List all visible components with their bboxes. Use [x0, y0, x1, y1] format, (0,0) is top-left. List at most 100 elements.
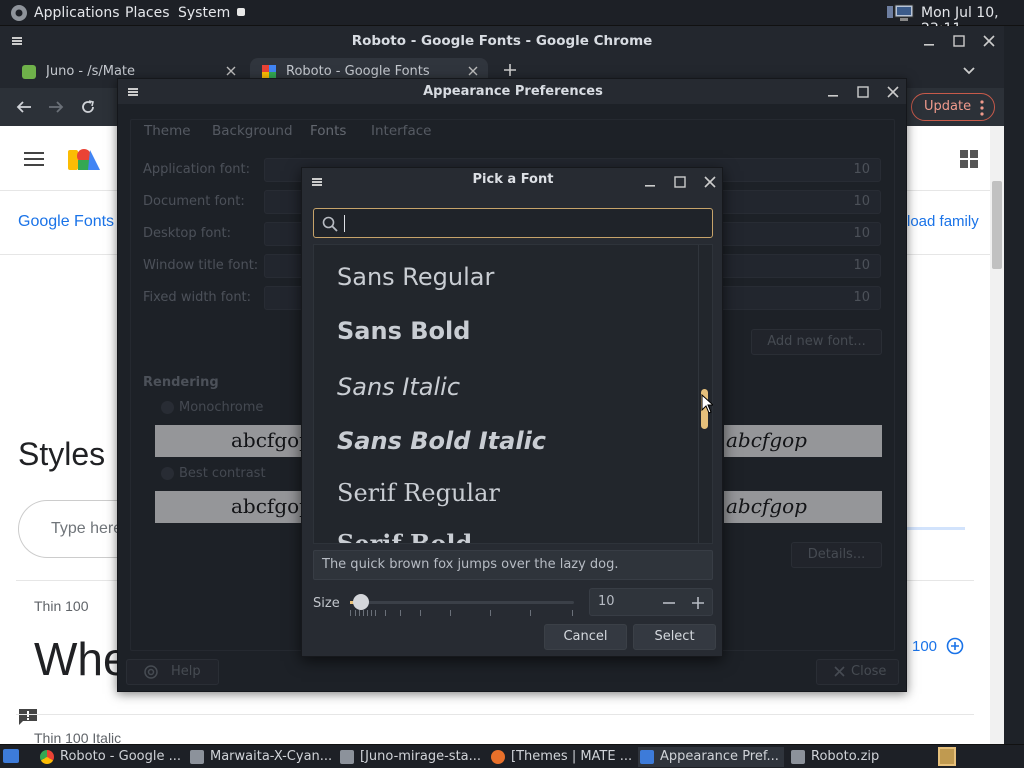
font-item-serif-bold[interactable]: Serif Bold [337, 529, 472, 543]
font-item-serif-regular[interactable]: Serif Regular [337, 479, 500, 507]
sample-text-preview: Whe [34, 633, 129, 685]
type-here-placeholder: Type here [51, 520, 123, 537]
sample-text-entry[interactable]: The quick brown fox jumps over the lazy … [313, 550, 713, 580]
forward-icon[interactable] [48, 99, 64, 115]
close-icon[interactable] [703, 175, 717, 189]
terminal-launcher-icon[interactable] [237, 8, 245, 16]
top-panel: Applications Places System Mon Jul 10, 2… [0, 0, 1024, 37]
slider-tick [385, 610, 386, 616]
font-search-input[interactable] [313, 208, 713, 238]
mate-logo-icon[interactable] [10, 4, 28, 22]
maximize-icon[interactable] [856, 85, 870, 99]
taskbar-item-chrome[interactable]: Roboto - Google ... [38, 747, 184, 767]
mouse-pointer-icon [701, 394, 713, 414]
tab-label: Juno - /s/Mate [46, 64, 136, 79]
minimize-icon[interactable] [922, 34, 936, 48]
size-value: 10 [598, 594, 615, 609]
menu-applications[interactable]: Applications [34, 5, 120, 21]
slider-tick [375, 610, 376, 616]
scrollbar-thumb[interactable] [992, 181, 1002, 269]
taskbar-item-marwaita[interactable]: Marwaita-X-Cyan... [188, 747, 334, 767]
list-scroll-divider [698, 245, 699, 543]
slider-tick [490, 610, 491, 616]
maximize-icon[interactable] [673, 175, 687, 189]
page-scrollbar[interactable] [990, 126, 1004, 744]
font-item-sans-regular[interactable]: Sans Regular [337, 263, 494, 291]
tab-search-chevron-down-icon[interactable] [962, 66, 976, 76]
taskbar-item-appearance[interactable]: Appearance Pref... [638, 747, 784, 767]
size-slider-ticks [350, 610, 574, 618]
chrome-icon [40, 750, 54, 764]
network-icon[interactable] [886, 4, 916, 22]
size-label: Size [313, 596, 340, 611]
slider-tick [359, 610, 360, 616]
slider-track[interactable] [907, 527, 965, 530]
thin-100-label: Thin 100 [34, 598, 89, 614]
workspace-switcher-icon[interactable] [938, 747, 956, 766]
slider-tick [355, 610, 356, 616]
update-button[interactable]: Update [911, 93, 995, 121]
hamburger-menu-icon[interactable] [24, 152, 44, 166]
file-manager-icon [340, 750, 354, 764]
select-weight-label[interactable]: 100 [912, 638, 937, 655]
new-tab-icon[interactable] [503, 63, 517, 77]
font-list[interactable]: Sans Regular Sans Bold Sans Italic Sans … [313, 244, 713, 544]
styles-heading: Styles [18, 436, 106, 472]
menu-system[interactable]: System [178, 5, 230, 21]
size-slider[interactable] [350, 601, 574, 604]
close-icon[interactable] [982, 34, 996, 48]
taskbar-label: [Juno-mirage-sta... [360, 749, 482, 764]
size-slider-handle[interactable] [353, 594, 369, 610]
size-spinbutton[interactable]: 10 [589, 588, 713, 616]
taskbar-label: Roboto.zip [811, 749, 880, 764]
taskbar: Roboto - Google ... Marwaita-X-Cyan... [… [0, 744, 1024, 768]
slider-tick [420, 610, 421, 616]
taskbar-item-firefox[interactable]: [Themes | MATE ... [489, 747, 635, 767]
tab-favicon-icon [22, 65, 36, 79]
slider-tick [572, 610, 573, 616]
text-cursor [344, 215, 345, 232]
taskbar-label: Appearance Pref... [660, 749, 779, 764]
kebab-menu-icon[interactable] [980, 100, 984, 116]
reload-icon[interactable] [80, 99, 96, 115]
slider-tick [530, 610, 531, 616]
google-fonts-logo-icon[interactable] [68, 146, 100, 172]
increase-icon[interactable] [691, 596, 705, 610]
divider [16, 714, 974, 715]
minimize-icon[interactable] [643, 175, 657, 189]
appearance-icon [640, 750, 654, 764]
close-icon[interactable] [886, 85, 900, 99]
back-icon[interactable] [16, 99, 32, 115]
taskbar-label: [Themes | MATE ... [511, 749, 633, 764]
slider-tick [363, 610, 364, 616]
add-circle-icon[interactable] [946, 637, 964, 655]
update-label: Update [924, 99, 972, 114]
tab-close-icon[interactable] [226, 66, 236, 76]
slider-tick [350, 610, 351, 616]
file-manager-icon [190, 750, 204, 764]
google-fonts-favicon-icon [262, 65, 276, 79]
select-button[interactable]: Select [633, 624, 716, 650]
slider-tick [371, 610, 372, 616]
font-item-sans-bold-italic[interactable]: Sans Bold Italic [337, 427, 546, 455]
feedback-icon[interactable] [18, 708, 38, 726]
slider-tick [367, 610, 368, 616]
show-desktop-icon[interactable] [3, 749, 19, 763]
font-item-sans-bold[interactable]: Sans Bold [337, 317, 470, 345]
archive-icon [791, 750, 805, 764]
minimize-icon[interactable] [826, 85, 840, 99]
apps-grid-icon[interactable] [960, 150, 980, 168]
font-item-sans-italic[interactable]: Sans Italic [337, 373, 460, 401]
download-family-button[interactable]: load family [907, 213, 979, 230]
taskbar-item-roboto-zip[interactable]: Roboto.zip [789, 747, 929, 767]
menu-places[interactable]: Places [125, 5, 170, 21]
breadcrumb[interactable]: Google Fonts [18, 213, 114, 231]
taskbar-item-juno[interactable]: [Juno-mirage-sta... [338, 747, 484, 767]
maximize-icon[interactable] [952, 34, 966, 48]
tab-close-icon[interactable] [468, 66, 478, 76]
cancel-button[interactable]: Cancel [544, 624, 627, 650]
decrease-icon[interactable] [662, 596, 676, 610]
appearance-window-title: Appearance Preferences [423, 84, 603, 99]
tab-label: Roboto - Google Fonts [286, 64, 430, 79]
chrome-window-title: Roboto - Google Fonts - Google Chrome [351, 33, 653, 49]
